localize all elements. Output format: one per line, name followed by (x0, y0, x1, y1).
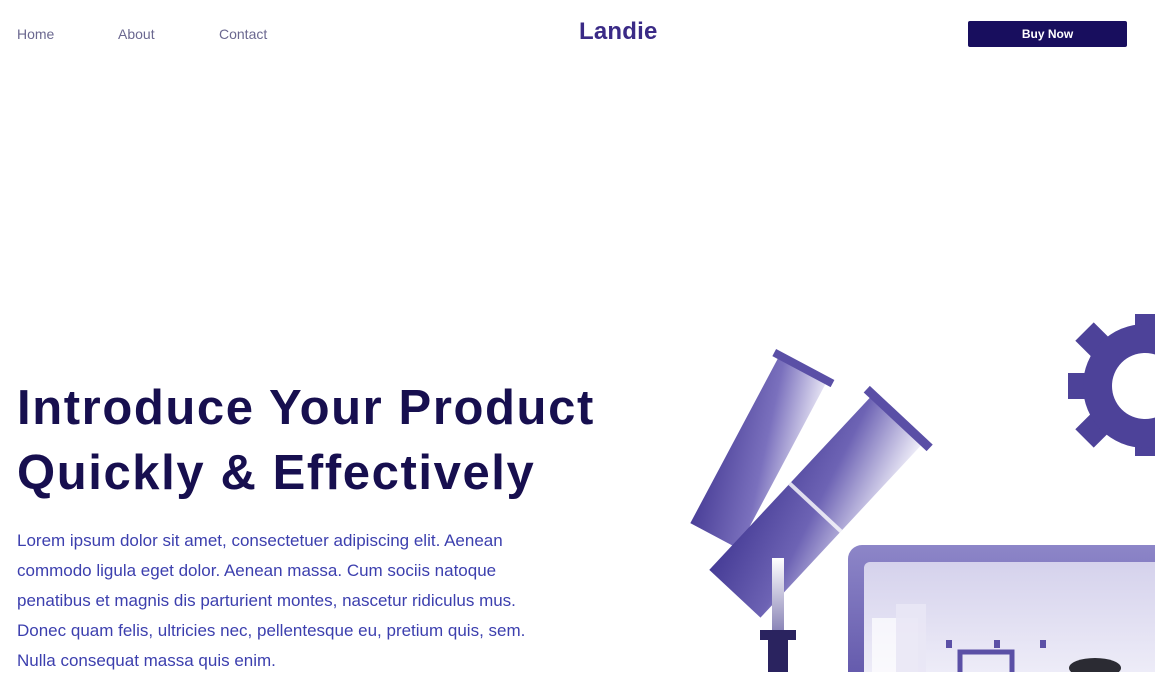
nav-link-contact[interactable]: Contact (219, 26, 267, 42)
nav-link-home[interactable]: Home (17, 26, 54, 42)
brand-logo[interactable]: Landie (579, 18, 658, 46)
buy-now-button[interactable]: Buy Now (968, 21, 1127, 47)
hero-title: Introduce Your Product Quickly & Effecti… (17, 376, 617, 506)
monitor-illustration (848, 545, 1155, 672)
hero-description: Lorem ipsum dolor sit amet, consectetuer… (17, 531, 526, 670)
top-navigation: Home About Contact Landie Buy Now (0, 0, 1155, 68)
hero-illustration (660, 300, 1155, 672)
nav-link-about[interactable]: About (118, 26, 155, 42)
gear-icon (1068, 314, 1155, 456)
hero-title-line-1: Introduce Your Product (17, 381, 595, 435)
hero-title-line-2: Quickly & Effectively (17, 446, 536, 500)
